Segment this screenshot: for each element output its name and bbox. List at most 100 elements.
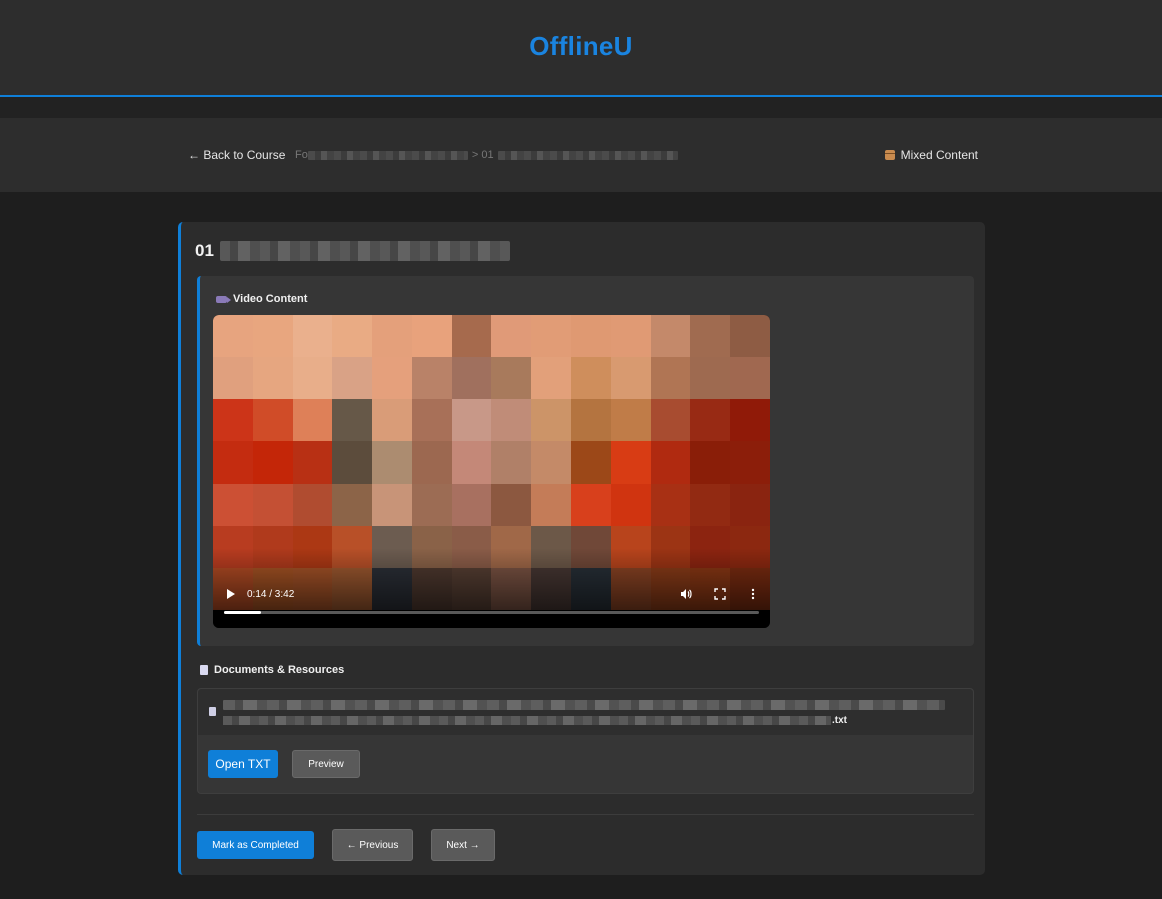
video-frame-block: [531, 483, 572, 526]
video-frame-block: [571, 441, 611, 484]
video-frame-block: [213, 483, 253, 526]
fullscreen-icon[interactable]: [713, 587, 727, 601]
video-frame-block: [571, 483, 611, 526]
video-frame-block: [213, 357, 253, 400]
preview-button[interactable]: Preview: [292, 750, 360, 778]
next-button[interactable]: Next →: [431, 829, 495, 861]
video-frame-block: [213, 399, 253, 442]
video-progress-bar[interactable]: [224, 611, 759, 614]
open-txt-button[interactable]: Open TXT: [208, 750, 278, 778]
app-header: OfflineU: [0, 0, 1162, 97]
breadcrumb-course[interactable]: Fo: [295, 149, 308, 161]
volume-icon[interactable]: [679, 587, 693, 601]
video-section: Video Content 0:14 / 3:42: [197, 276, 974, 646]
video-frame-block: [451, 399, 492, 442]
video-frame-block: [571, 357, 611, 400]
video-frame-block: [372, 441, 412, 484]
lesson-card: 01 Video Content 0:14 / 3:42 Documents &…: [178, 222, 985, 875]
video-frame-block: [372, 483, 412, 526]
video-frame-block: [690, 315, 731, 358]
video-frame-block: [690, 441, 731, 484]
documents-heading-label: Documents & Resources: [214, 664, 345, 676]
video-player[interactable]: 0:14 / 3:42: [213, 315, 770, 628]
video-frame-block: [372, 315, 412, 358]
video-frame-block: [650, 357, 691, 400]
video-frame-block: [730, 483, 770, 526]
document-name: .txt: [223, 715, 847, 726]
video-frame-block: [650, 483, 691, 526]
video-frame-block: [571, 399, 611, 442]
breadcrumb: Fo > 01: [295, 149, 678, 161]
video-frame-block: [292, 483, 333, 526]
video-frame-block: [730, 357, 770, 400]
previous-button[interactable]: ← Previous: [332, 829, 413, 861]
document-name-redacted: [223, 716, 831, 725]
video-frame-block: [451, 483, 492, 526]
video-frame-block: [332, 399, 373, 442]
more-options-icon[interactable]: [746, 587, 760, 601]
package-icon: [884, 150, 895, 160]
video-frame-block: [372, 357, 412, 400]
video-frame-block: [372, 399, 412, 442]
video-frame-block: [332, 315, 373, 358]
video-frame-block: [531, 441, 572, 484]
breadcrumb-separator: > 01: [471, 149, 494, 161]
video-frame-block: [332, 441, 373, 484]
video-frame-block: [491, 357, 532, 400]
document-icon: [200, 665, 208, 675]
document-name-redacted-line: [223, 700, 945, 710]
video-frame-block: [730, 399, 770, 442]
document-item: .txt Open TXT Preview: [197, 688, 974, 794]
video-frame-block: [730, 315, 770, 358]
video-frame-block: [292, 357, 333, 400]
video-frame-block: [451, 441, 492, 484]
video-frame-block: [610, 357, 651, 400]
play-icon[interactable]: [227, 589, 235, 599]
video-frame-block: [610, 441, 651, 484]
video-frame-block: [531, 357, 572, 400]
video-frame-block: [610, 315, 651, 358]
video-camera-icon: [216, 295, 231, 303]
content-type-label: Mixed Content: [900, 148, 978, 162]
video-frame-block: [451, 357, 492, 400]
video-heading-label: Video Content: [233, 293, 308, 305]
video-frame-block: [292, 399, 333, 442]
video-frame-block: [292, 441, 333, 484]
documents-heading: Documents & Resources: [200, 664, 344, 676]
video-frame-block: [252, 483, 293, 526]
video-frame-block: [491, 399, 532, 442]
video-frame-block: [610, 399, 651, 442]
video-time-display: 0:14 / 3:42: [247, 589, 295, 600]
video-frame-block: [650, 441, 691, 484]
video-frame-block: [690, 399, 731, 442]
mark-completed-button[interactable]: Mark as Completed: [197, 831, 314, 859]
lesson-number: 01: [195, 241, 214, 260]
video-frame-block: [252, 441, 293, 484]
video-frame-block: [531, 315, 572, 358]
video-frame-block: [491, 315, 532, 358]
document-extension: .txt: [832, 715, 847, 726]
video-frame-block: [571, 315, 611, 358]
video-frame-block: [213, 315, 253, 358]
lesson-title-redacted: [219, 241, 510, 261]
back-to-course-link[interactable]: ← Back to Course: [188, 148, 285, 162]
video-frame-block: [411, 315, 452, 358]
video-frame-block: [451, 315, 492, 358]
breadcrumb-lesson-redacted: [497, 150, 678, 160]
video-frame-block: [730, 441, 770, 484]
video-frame-block: [332, 483, 373, 526]
video-frame-block: [650, 399, 691, 442]
video-frame-block: [650, 315, 691, 358]
video-frame-block: [252, 399, 293, 442]
video-frame-block: [690, 483, 731, 526]
video-frame-block: [332, 357, 373, 400]
video-frame-block: [411, 441, 452, 484]
lesson-title: 01: [195, 241, 510, 261]
video-frame-block: [411, 483, 452, 526]
video-frame-block: [252, 357, 293, 400]
video-frame-block: [252, 315, 293, 358]
content-type-indicator: Mixed Content: [884, 148, 978, 162]
video-frame-block: [690, 357, 731, 400]
video-frame-block: [610, 483, 651, 526]
video-frame-block: [531, 399, 572, 442]
